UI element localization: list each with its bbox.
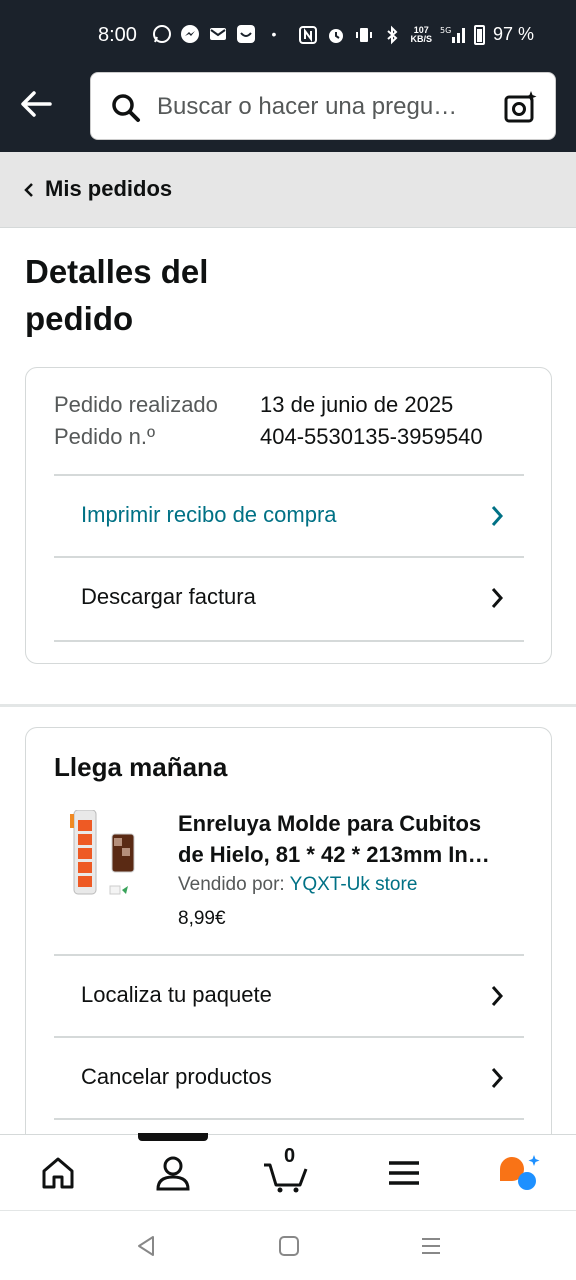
search-bar[interactable]: Buscar o hacer una pregu… [90, 72, 556, 140]
status-time: 8:00 [98, 24, 137, 46]
system-home-icon[interactable] [276, 1233, 302, 1259]
battery-icon [473, 24, 485, 45]
signal-icon: 5G [440, 25, 466, 45]
cancel-items-link[interactable]: Cancelar productos [54, 1038, 524, 1118]
system-icons: 107 KB/S 5G 97 % [298, 24, 534, 45]
download-invoice-link[interactable]: Descargar factura [54, 558, 524, 638]
rufus-assistant-icon[interactable] [496, 1153, 542, 1193]
download-invoice-label[interactable]: Descargar factura [81, 584, 256, 610]
search-input[interactable]: Buscar o hacer una pregu… [157, 87, 487, 127]
product-image[interactable] [64, 809, 152, 906]
delivery-status: Llega mañana [54, 752, 228, 782]
svg-text:5G: 5G [440, 26, 451, 35]
order-number-value: 404-5530135-3959540 [260, 424, 483, 449]
whatsapp-icon [152, 24, 172, 44]
seller-label: Vendido por: [178, 874, 285, 895]
divider [54, 640, 524, 642]
active-tab-indicator [138, 1133, 208, 1141]
back-arrow-icon[interactable] [18, 86, 54, 122]
seller-name-link[interactable]: YQXT-Uk store [290, 874, 418, 895]
search-icon [111, 93, 141, 123]
order-info-card: Pedido realizado 13 de junio de 2025 Ped… [25, 367, 552, 664]
system-recents-icon[interactable] [418, 1233, 444, 1259]
breadcrumb-label[interactable]: Mis pedidos [45, 176, 172, 202]
messenger-icon [180, 24, 200, 44]
account-icon[interactable] [153, 1153, 193, 1193]
shipment-card: Llega mañana Enreluya Molde para Cubitos… [25, 727, 552, 1147]
network-speed: 107 KB/S [410, 24, 432, 44]
bluetooth-icon [382, 25, 402, 45]
system-nav-bar [0, 1210, 576, 1280]
divider [54, 1118, 524, 1120]
order-placed-label: Pedido realizado [54, 392, 218, 417]
seller-info: Vendido por: YQXT-Uk store [178, 874, 417, 896]
chevron-right-icon [490, 1066, 504, 1090]
page-title: Detalles del pedido [25, 253, 209, 337]
cancel-items-label[interactable]: Cancelar productos [81, 1064, 272, 1090]
print-receipt-link[interactable]: Imprimir recibo de compra [54, 476, 524, 556]
section-separator [0, 704, 576, 707]
system-back-icon[interactable] [133, 1233, 159, 1259]
breadcrumb[interactable]: Mis pedidos [0, 152, 576, 228]
product-price: 8,99€ [178, 908, 226, 929]
cart-count: 0 [284, 1145, 296, 1167]
notification-icons: • [152, 24, 284, 44]
status-bar: 8:00 • 107 KB/S 5G 97 % [0, 0, 576, 72]
chevron-right-icon [490, 984, 504, 1008]
app-header: Buscar o hacer una pregu… [0, 72, 576, 152]
order-number-label: Pedido n.º [54, 424, 155, 449]
track-package-label[interactable]: Localiza tu paquete [81, 982, 272, 1008]
camera-search-icon[interactable] [503, 89, 539, 125]
home-icon[interactable] [38, 1153, 78, 1193]
product-title[interactable]: Enreluya Molde para Cubitos de Hielo, 81… [178, 808, 528, 870]
product-title-line2[interactable]: de Hielo, 81 * 42 * 213mm In… [178, 839, 528, 870]
dot-icon: • [271, 26, 277, 42]
print-receipt-label[interactable]: Imprimir recibo de compra [81, 502, 337, 528]
nfc-icon [298, 25, 318, 45]
bottom-nav: 0 [0, 1133, 576, 1210]
product-title-line1[interactable]: Enreluya Molde para Cubitos [178, 811, 481, 836]
chevron-right-icon [490, 586, 504, 610]
mail-icon [208, 24, 228, 44]
battery-level: 97 % [492, 24, 534, 44]
alarm-icon [326, 25, 346, 45]
vibrate-icon [354, 25, 374, 45]
menu-icon[interactable] [384, 1153, 424, 1193]
order-placed-value: 13 de junio de 2025 [260, 392, 454, 417]
track-package-link[interactable]: Localiza tu paquete [54, 956, 524, 1036]
app-notification-icon [236, 24, 256, 44]
chevron-left-icon [22, 180, 36, 200]
chevron-right-icon [490, 504, 504, 528]
